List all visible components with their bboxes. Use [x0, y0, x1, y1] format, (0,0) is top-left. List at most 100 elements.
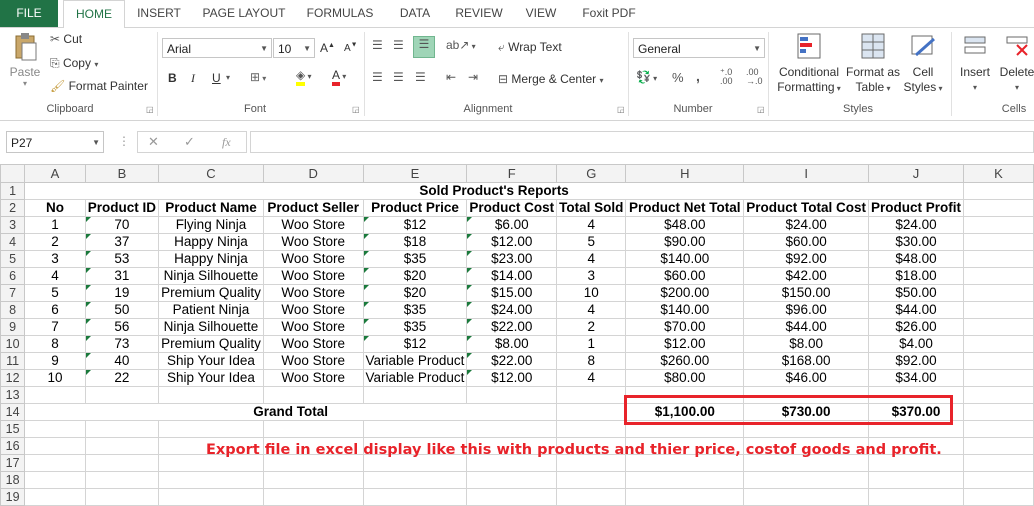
- cell[interactable]: [158, 488, 264, 506]
- table-cell[interactable]: 8: [556, 352, 627, 370]
- table-cell[interactable]: Woo Store: [262, 352, 364, 370]
- column-header-k[interactable]: K: [963, 164, 1034, 183]
- table-cell[interactable]: $35: [362, 301, 468, 319]
- cell[interactable]: [24, 437, 86, 455]
- cell[interactable]: [262, 420, 364, 438]
- table-cell[interactable]: Ship Your Idea: [158, 352, 264, 370]
- table-cell[interactable]: $35: [362, 318, 468, 336]
- table-cell[interactable]: $48.00: [625, 216, 745, 234]
- row-header[interactable]: 11: [0, 352, 26, 370]
- row-header[interactable]: 7: [0, 284, 26, 302]
- number-launcher-icon[interactable]: ◲: [757, 105, 765, 114]
- cell[interactable]: [963, 250, 1034, 268]
- table-cell[interactable]: $44.00: [743, 318, 869, 336]
- cell[interactable]: [963, 437, 1034, 455]
- header-cell[interactable]: Total Sold: [556, 199, 627, 217]
- cell[interactable]: [556, 403, 627, 421]
- cell[interactable]: [743, 471, 869, 489]
- table-cell[interactable]: $80.00: [625, 369, 745, 387]
- cell[interactable]: [868, 471, 964, 489]
- name-box[interactable]: P27 ▼: [6, 131, 104, 153]
- table-cell[interactable]: $24.00: [466, 301, 558, 319]
- cell[interactable]: [963, 233, 1034, 251]
- grand-total-label[interactable]: Grand Total: [24, 403, 558, 421]
- alignment-launcher-icon[interactable]: ◲: [617, 105, 625, 114]
- cell[interactable]: [362, 420, 468, 438]
- table-cell[interactable]: $42.00: [743, 267, 869, 285]
- select-all-corner[interactable]: [0, 164, 26, 183]
- cell[interactable]: [963, 471, 1034, 489]
- table-cell[interactable]: $44.00: [868, 301, 964, 319]
- table-cell[interactable]: Woo Store: [262, 301, 364, 319]
- table-cell[interactable]: 3: [556, 267, 627, 285]
- table-cell[interactable]: $20: [362, 284, 468, 302]
- table-cell[interactable]: $18.00: [868, 267, 964, 285]
- cell[interactable]: [963, 216, 1034, 234]
- row-header[interactable]: 16: [0, 437, 26, 455]
- cell[interactable]: [262, 488, 364, 506]
- table-cell[interactable]: $90.00: [625, 233, 745, 251]
- table-cell[interactable]: $8.00: [466, 335, 558, 353]
- column-header-d[interactable]: D: [262, 164, 364, 183]
- clipboard-launcher-icon[interactable]: ◲: [146, 105, 154, 114]
- cut-button[interactable]: ✂ Cut: [50, 32, 82, 46]
- format-as-table-button[interactable]: Format as Table ▾: [845, 31, 901, 96]
- table-cell[interactable]: $6.00: [466, 216, 558, 234]
- table-cell[interactable]: 1: [556, 335, 627, 353]
- tab-file[interactable]: FILE: [0, 0, 58, 27]
- font-launcher-icon[interactable]: ◲: [352, 105, 360, 114]
- font-size-dropdown[interactable]: 10 ▼: [273, 38, 315, 58]
- table-cell[interactable]: Woo Store: [262, 335, 364, 353]
- table-cell[interactable]: $8.00: [743, 335, 869, 353]
- wrap-text-button[interactable]: ⤶ Wrap Text: [498, 40, 562, 55]
- table-cell[interactable]: $35: [362, 250, 468, 268]
- table-cell[interactable]: $12: [362, 335, 468, 353]
- table-cell[interactable]: $46.00: [743, 369, 869, 387]
- comma-button[interactable]: ,: [696, 68, 700, 84]
- align-top-button[interactable]: ☰: [372, 38, 383, 52]
- tab-formulas[interactable]: FORMULAS: [300, 0, 380, 27]
- tab-insert[interactable]: INSERT: [128, 0, 190, 27]
- row-header[interactable]: 4: [0, 233, 26, 251]
- table-cell[interactable]: 5: [24, 284, 86, 302]
- column-header-h[interactable]: H: [625, 164, 745, 183]
- table-cell[interactable]: 7: [24, 318, 86, 336]
- row-header[interactable]: 6: [0, 267, 26, 285]
- table-cell[interactable]: 56: [84, 318, 160, 336]
- align-center-button[interactable]: ☰: [393, 70, 404, 84]
- table-cell[interactable]: $24.00: [743, 216, 869, 234]
- cell[interactable]: [24, 454, 86, 472]
- cell[interactable]: [963, 182, 1034, 200]
- row-header[interactable]: 12: [0, 369, 26, 387]
- column-header-g[interactable]: G: [556, 164, 627, 183]
- tab-data[interactable]: DATA: [390, 0, 440, 27]
- table-cell[interactable]: 4: [24, 267, 86, 285]
- table-cell[interactable]: $4.00: [868, 335, 964, 353]
- header-cell[interactable]: Product Name: [158, 199, 264, 217]
- table-cell[interactable]: $12.00: [625, 335, 745, 353]
- align-bottom-button[interactable]: ☰: [413, 36, 435, 58]
- cell[interactable]: [262, 386, 364, 404]
- row-header[interactable]: 19: [0, 488, 26, 506]
- table-cell[interactable]: $140.00: [625, 250, 745, 268]
- tab-home[interactable]: HOME: [63, 0, 125, 29]
- table-cell[interactable]: $92.00: [743, 250, 869, 268]
- cell[interactable]: [24, 471, 86, 489]
- table-cell[interactable]: 9: [24, 352, 86, 370]
- increase-decimal-button[interactable]: ⁺.0.00: [720, 68, 733, 86]
- align-right-button[interactable]: ☰: [415, 70, 426, 84]
- table-cell[interactable]: $12: [362, 216, 468, 234]
- cell[interactable]: [84, 471, 160, 489]
- table-cell[interactable]: $48.00: [868, 250, 964, 268]
- column-header-e[interactable]: E: [362, 164, 468, 183]
- cell[interactable]: [743, 488, 869, 506]
- row-header[interactable]: 17: [0, 454, 26, 472]
- cell[interactable]: [466, 420, 558, 438]
- increase-indent-button[interactable]: ⇥: [468, 70, 478, 84]
- table-cell[interactable]: Variable Product: [362, 369, 468, 387]
- table-cell[interactable]: 73: [84, 335, 160, 353]
- tab-view[interactable]: VIEW: [518, 0, 564, 27]
- table-cell[interactable]: Flying Ninja: [158, 216, 264, 234]
- cell[interactable]: [963, 318, 1034, 336]
- cell[interactable]: [84, 454, 160, 472]
